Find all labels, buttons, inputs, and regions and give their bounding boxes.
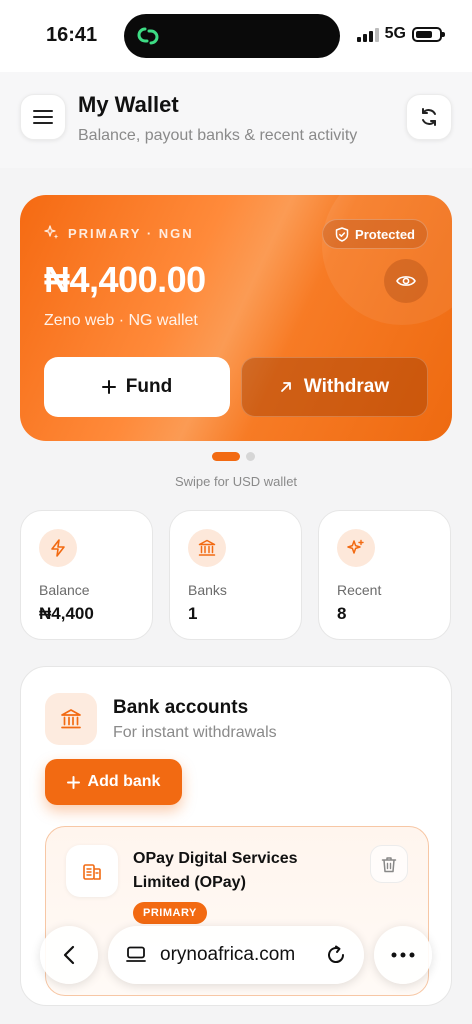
dynamic-island [124,14,340,58]
sparkle-icon [337,529,375,567]
status-indicators: 5G [356,25,445,43]
bank-accounts-subtitle: For instant withdrawals [113,724,277,741]
bank-icon [45,693,97,745]
stat-value: 8 [337,604,347,623]
withdraw-label: Withdraw [303,376,390,397]
page-title: My Wallet [78,92,179,117]
back-button[interactable] [40,926,98,984]
battery-icon [412,26,445,42]
address-bar[interactable]: orynoafrica.com [108,926,364,984]
url-text: orynoafrica.com [160,944,296,965]
chevron-left-icon [63,945,75,965]
wallet-subtitle: Zeno web · NG wallet [44,312,198,329]
stat-card-banks[interactable]: Banks 1 [169,510,302,640]
wallet-tag-label: PRIMARY · NGN [68,225,194,241]
stat-label: Balance [39,582,90,598]
add-bank-button[interactable]: Add bank [45,759,182,805]
browser-toolbar: orynoafrica.com [0,924,472,1024]
carousel-dot-active[interactable] [212,452,240,461]
swipe-hint: Swipe for USD wallet [174,474,298,489]
wallet-tag: PRIMARY · NGN [44,225,194,241]
stat-label: Recent [337,582,382,598]
bank-accounts-title: Bank accounts [113,697,249,718]
link-icon [137,27,159,45]
plus-icon [66,775,80,789]
bank-name: OPay Digital Services Limited (OPay) [133,850,298,891]
tabs-icon [126,946,146,962]
reload-icon[interactable] [326,945,346,965]
arrow-up-right-icon [280,382,291,392]
fund-label: Fund [125,376,173,397]
toggle-balance-button[interactable] [384,259,428,303]
more-icon [391,952,415,958]
stat-value: ₦4,400 [39,604,94,623]
page-subtitle: Balance, payout banks & recent activity [78,127,358,144]
add-bank-label: Add bank [87,773,161,790]
stat-value: 1 [188,604,198,623]
page-header: My Wallet Balance, payout banks & recent… [0,72,472,168]
trash-icon [381,856,397,872]
status-bar: 16:41 5G [0,0,472,72]
eye-icon [396,276,416,286]
stat-card-recent[interactable]: Recent 8 [318,510,451,640]
wallet-balance: ₦4,400.00 [44,259,206,300]
stat-card-balance[interactable]: Balance ₦4,400 [20,510,153,640]
sparkle-icon [44,225,59,239]
carousel-dot[interactable] [246,452,255,461]
bolt-icon [39,529,77,567]
refresh-icon [422,108,436,126]
signal-icon [356,26,379,42]
building-icon [66,845,118,897]
withdraw-button[interactable]: Withdraw [241,357,428,417]
protected-label: Protected [355,226,415,242]
refresh-button[interactable] [406,94,452,140]
network-type: 5G [384,25,406,42]
protected-badge: Protected [322,219,428,249]
more-button[interactable] [374,926,432,984]
menu-icon [33,110,53,124]
bank-icon [188,529,226,567]
fund-button[interactable]: Fund [44,357,230,417]
delete-bank-button[interactable] [370,845,408,883]
carousel-indicator[interactable] [212,452,255,461]
status-time: 16:41 [46,24,98,46]
menu-button[interactable] [20,94,66,140]
plus-icon [101,380,116,394]
primary-badge: PRIMARY [133,902,207,924]
shield-icon [335,226,349,242]
wallet-card[interactable]: PRIMARY · NGN Protected ₦4,400.00 Zeno w… [20,195,452,441]
stat-label: Banks [188,582,227,598]
